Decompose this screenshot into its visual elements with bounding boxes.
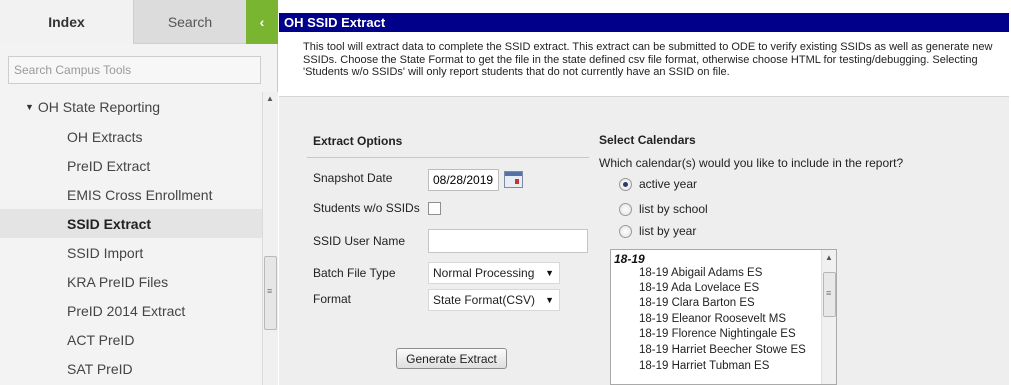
calendar-list-item[interactable]: 18-19 Harriet Tubman ES <box>639 360 769 372</box>
extract-options-heading: Extract Options <box>313 134 403 148</box>
main-panel: OH SSID Extract This tool will extract d… <box>279 0 1011 385</box>
tree-folder-label: OH State Reporting <box>37 99 161 115</box>
tree-item-preid-extract[interactable]: PreID Extract <box>0 151 262 180</box>
snapshot-date-field[interactable] <box>428 169 499 191</box>
search-campus-tools-input[interactable] <box>8 56 261 84</box>
students-wo-ssids-checkbox[interactable] <box>428 202 441 215</box>
radio-label: active year <box>639 177 698 191</box>
students-wo-ssids-label: Students w/o SSIDs <box>313 201 420 215</box>
grip-icon: ≡ <box>826 288 832 298</box>
batch-file-type-value: Normal Processing <box>433 266 535 280</box>
radio-button[interactable] <box>619 202 632 216</box>
chevron-down-icon: ▼ <box>545 295 554 305</box>
sidebar-scroll-thumb[interactable]: ≡ <box>264 256 277 330</box>
calendar-icon[interactable] <box>504 171 523 188</box>
tree-item-ssid-extract[interactable]: SSID Extract <box>0 209 262 238</box>
tree-item-emis-cross-enrollment[interactable]: EMIS Cross Enrollment <box>0 180 262 209</box>
tree-item-act-preid[interactable]: ACT PreID <box>0 325 262 354</box>
scroll-up-arrow-icon[interactable]: ▲ <box>825 253 833 262</box>
calendar-list-item[interactable]: 18-19 Eleanor Roosevelt MS <box>639 313 786 325</box>
calendar-list-item[interactable]: 18-19 Florence Nightingale ES <box>639 328 796 340</box>
tab-index[interactable]: Index <box>0 0 133 44</box>
grip-icon: ≡ <box>267 286 273 296</box>
calendar-list-item[interactable]: 18-19 Ada Lovelace ES <box>639 282 759 294</box>
radio-button[interactable] <box>619 224 632 238</box>
calendar-list-item[interactable]: 18-19 Harriet Beecher Stowe ES <box>639 344 806 356</box>
tree-item-ssid-import[interactable]: SSID Import <box>0 238 262 267</box>
tool-description: This tool will extract data to complete … <box>303 41 993 78</box>
left-panel: Index Search ‹ ▼ OH State Reporting OH E… <box>0 0 278 385</box>
tree-item-kra-preid-files[interactable]: KRA PreID Files <box>0 267 262 296</box>
radio-active-year[interactable]: active year <box>619 177 697 191</box>
snapshot-date-label: Snapshot Date <box>313 171 393 185</box>
ssid-user-name-field[interactable] <box>428 229 588 253</box>
tree-item-preid-2014-extract[interactable]: PreID 2014 Extract <box>0 296 262 325</box>
calendar-list[interactable]: 18-19 18-19 Abigail Adams ES 18-19 Ada L… <box>610 249 837 385</box>
section-divider <box>307 157 589 158</box>
sidebar-scrollbar[interactable]: ▲ ≡ <box>262 92 278 385</box>
scroll-up-arrow-icon[interactable]: ▲ <box>266 94 274 103</box>
tree-item-oh-extracts[interactable]: OH Extracts <box>0 122 262 151</box>
page-title: OH SSID Extract <box>279 13 1009 32</box>
collapse-sidebar-button[interactable]: ‹ <box>246 0 278 44</box>
radio-list-by-year[interactable]: list by year <box>619 224 696 238</box>
calendar-list-item[interactable]: 18-19 Clara Barton ES <box>639 297 755 309</box>
calendar-list-item[interactable]: 18-19 Abigail Adams ES <box>639 267 762 279</box>
ssid-user-name-label: SSID User Name <box>313 234 406 248</box>
tab-search[interactable]: Search <box>133 0 246 44</box>
tree-folder-oh-state-reporting[interactable]: ▼ OH State Reporting <box>0 92 262 122</box>
batch-file-type-select[interactable]: Normal Processing ▼ <box>428 262 560 284</box>
tool-tree: ▼ OH State Reporting OH Extracts PreID E… <box>0 92 262 383</box>
sidebar-tabs: Index Search ‹ <box>0 0 278 44</box>
generate-extract-button[interactable]: Generate Extract <box>396 348 507 369</box>
format-label: Format <box>313 292 352 306</box>
radio-label: list by school <box>639 202 708 216</box>
calendar-question: Which calendar(s) would you like to incl… <box>599 156 904 170</box>
select-calendars-heading: Select Calendars <box>599 133 696 147</box>
calendar-group-label: 18-19 <box>614 252 645 266</box>
radio-label: list by year <box>639 224 697 238</box>
radio-list-by-school[interactable]: list by school <box>619 202 708 216</box>
radio-button-selected[interactable] <box>619 177 632 191</box>
tree-item-sat-preid[interactable]: SAT PreID <box>0 354 262 383</box>
format-value: State Format(CSV) <box>433 293 536 307</box>
caret-down-icon: ▼ <box>25 102 34 112</box>
batch-file-type-label: Batch File Type <box>313 266 396 280</box>
calendar-list-scrollbar[interactable]: ▲ ≡ <box>821 250 836 384</box>
format-select[interactable]: State Format(CSV) ▼ <box>428 289 560 311</box>
chevron-down-icon: ▼ <box>545 268 554 278</box>
calendar-scroll-thumb[interactable]: ≡ <box>823 272 836 317</box>
